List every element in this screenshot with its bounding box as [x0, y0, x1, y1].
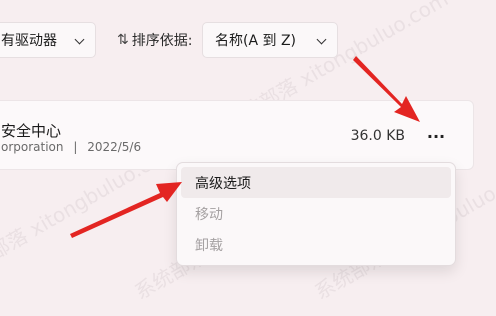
app-meta: orporation | 2022/5/6	[1, 140, 141, 154]
menu-item-label: 卸载	[195, 237, 223, 254]
menu-item-uninstall[interactable]: 卸载	[181, 229, 451, 260]
sort-icon: ⇅	[117, 32, 129, 48]
app-install-date: 2022/5/6	[87, 140, 142, 154]
filter-dropdown-value: 有驱动器	[1, 33, 57, 49]
app-size: 36.0 KB	[350, 128, 405, 144]
app-name: 安全中心	[1, 122, 62, 140]
app-list-item[interactable]: 安全中心 orporation | 2022/5/6 36.0 KB ···	[0, 100, 474, 170]
arrow-to-advanced-options	[70, 182, 182, 238]
chevron-down-icon	[74, 34, 85, 45]
menu-item-advanced-options[interactable]: 高级选项	[181, 167, 451, 198]
more-options-button[interactable]: ···	[421, 123, 451, 149]
filter-dropdown[interactable]: 有驱动器	[0, 22, 96, 58]
context-menu: 高级选项 移动 卸载	[176, 162, 456, 266]
chevron-down-icon	[316, 34, 327, 45]
sort-dropdown[interactable]: 名称(A 到 Z)	[202, 22, 338, 58]
sort-dropdown-value: 名称(A 到 Z)	[215, 33, 296, 49]
more-icon: ···	[426, 126, 446, 146]
sort-label-group: ⇅ 排序依据:	[117, 30, 192, 50]
menu-item-move[interactable]: 移动	[181, 198, 451, 229]
menu-item-label: 高级选项	[195, 175, 251, 192]
sort-label: 排序依据:	[131, 33, 193, 49]
menu-item-label: 移动	[195, 206, 223, 223]
app-publisher: orporation	[1, 140, 64, 154]
meta-separator: |	[73, 140, 78, 154]
